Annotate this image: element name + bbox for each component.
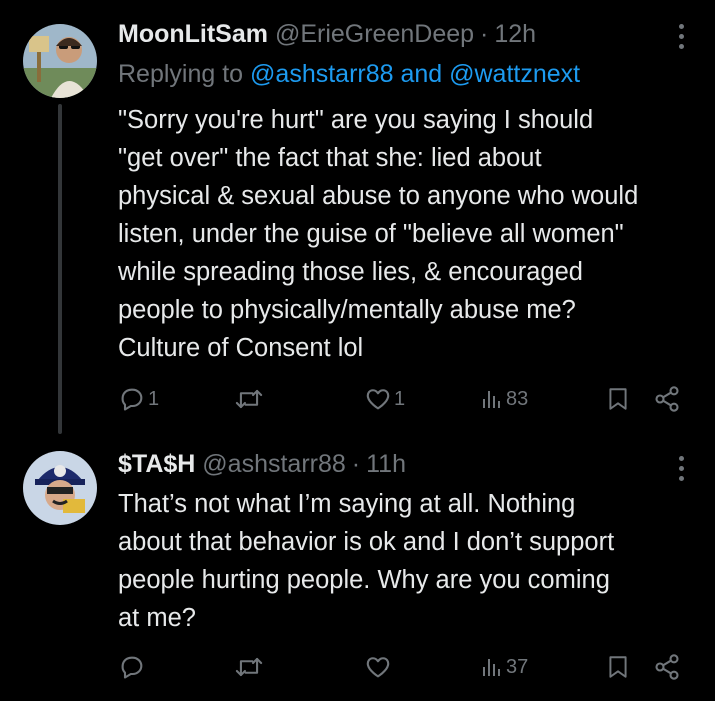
more-options-icon[interactable] — [679, 24, 685, 49]
display-name[interactable]: $TA$H — [118, 450, 195, 478]
user-handle[interactable]: @ErieGreenDeep — [275, 20, 474, 48]
retweet-icon — [235, 657, 263, 677]
thread-connector-line — [58, 104, 62, 434]
avatar[interactable] — [23, 451, 97, 525]
share-button[interactable] — [653, 384, 681, 414]
bookmark-button[interactable] — [605, 652, 631, 682]
reply-icon — [121, 656, 143, 679]
tweet-text: "Sorry you're hurt" are you saying I sho… — [118, 106, 639, 362]
tweet-header: MoonLitSam @ErieGreenDeep · 12h — [118, 19, 655, 49]
views-chart-icon — [483, 391, 500, 408]
separator-dot: · — [351, 450, 361, 478]
heart-icon — [366, 657, 390, 678]
replying-to-line: Replying to @ashstarr88 and @wattznext — [118, 58, 580, 90]
views-button[interactable]: 83 — [480, 384, 528, 414]
view-count: 37 — [506, 656, 529, 678]
like-count: 1 — [394, 388, 406, 410]
tweet[interactable]: MoonLitSam @ErieGreenDeep · 12h Replying t… — [0, 0, 715, 434]
avatar[interactable] — [23, 24, 97, 98]
share-icon — [655, 386, 679, 412]
heart-icon — [366, 389, 390, 410]
timestamp[interactable]: 12h — [494, 20, 536, 48]
tweet-actions: 37 — [118, 652, 687, 682]
views-chart-icon — [483, 659, 500, 676]
share-button[interactable] — [653, 652, 681, 682]
user-handle[interactable]: @ashstarr88 — [202, 450, 346, 478]
bookmark-icon — [609, 388, 627, 410]
replying-to-mentions[interactable]: @ashstarr88 and @wattznext — [250, 60, 580, 88]
reply-button[interactable]: 1 — [118, 384, 159, 414]
bookmark-button[interactable] — [605, 384, 631, 414]
like-button[interactable]: 1 — [364, 384, 405, 414]
separator-dot: · — [480, 20, 489, 48]
tweet-text: That’s not what I’m saying at all. Nothi… — [118, 490, 615, 632]
reply-icon — [121, 388, 143, 411]
tweet[interactable]: $TA$H @ashstarr88 · 11h That’s not what I’… — [0, 437, 715, 701]
tweet-header: $TA$H @ashstarr88 · 11h — [118, 449, 655, 479]
like-button[interactable] — [364, 652, 394, 682]
tweet-actions: 1 1 83 — [118, 384, 687, 414]
bookmark-icon — [609, 656, 627, 678]
display-name[interactable]: MoonLitSam — [118, 20, 268, 48]
retweet-button[interactable] — [234, 384, 266, 414]
conversation-thread: MoonLitSam @ErieGreenDeep · 12h Replying t… — [0, 0, 715, 701]
reply-count: 1 — [148, 388, 160, 410]
share-icon — [655, 654, 679, 680]
retweet-button[interactable] — [234, 652, 266, 682]
timestamp[interactable]: 11h — [366, 450, 406, 478]
replying-to-label: Replying to — [118, 60, 251, 88]
view-count: 83 — [506, 388, 529, 410]
retweet-icon — [235, 389, 263, 409]
reply-button[interactable] — [118, 652, 148, 682]
more-options-icon[interactable] — [679, 456, 685, 481]
views-button[interactable]: 37 — [480, 652, 528, 682]
